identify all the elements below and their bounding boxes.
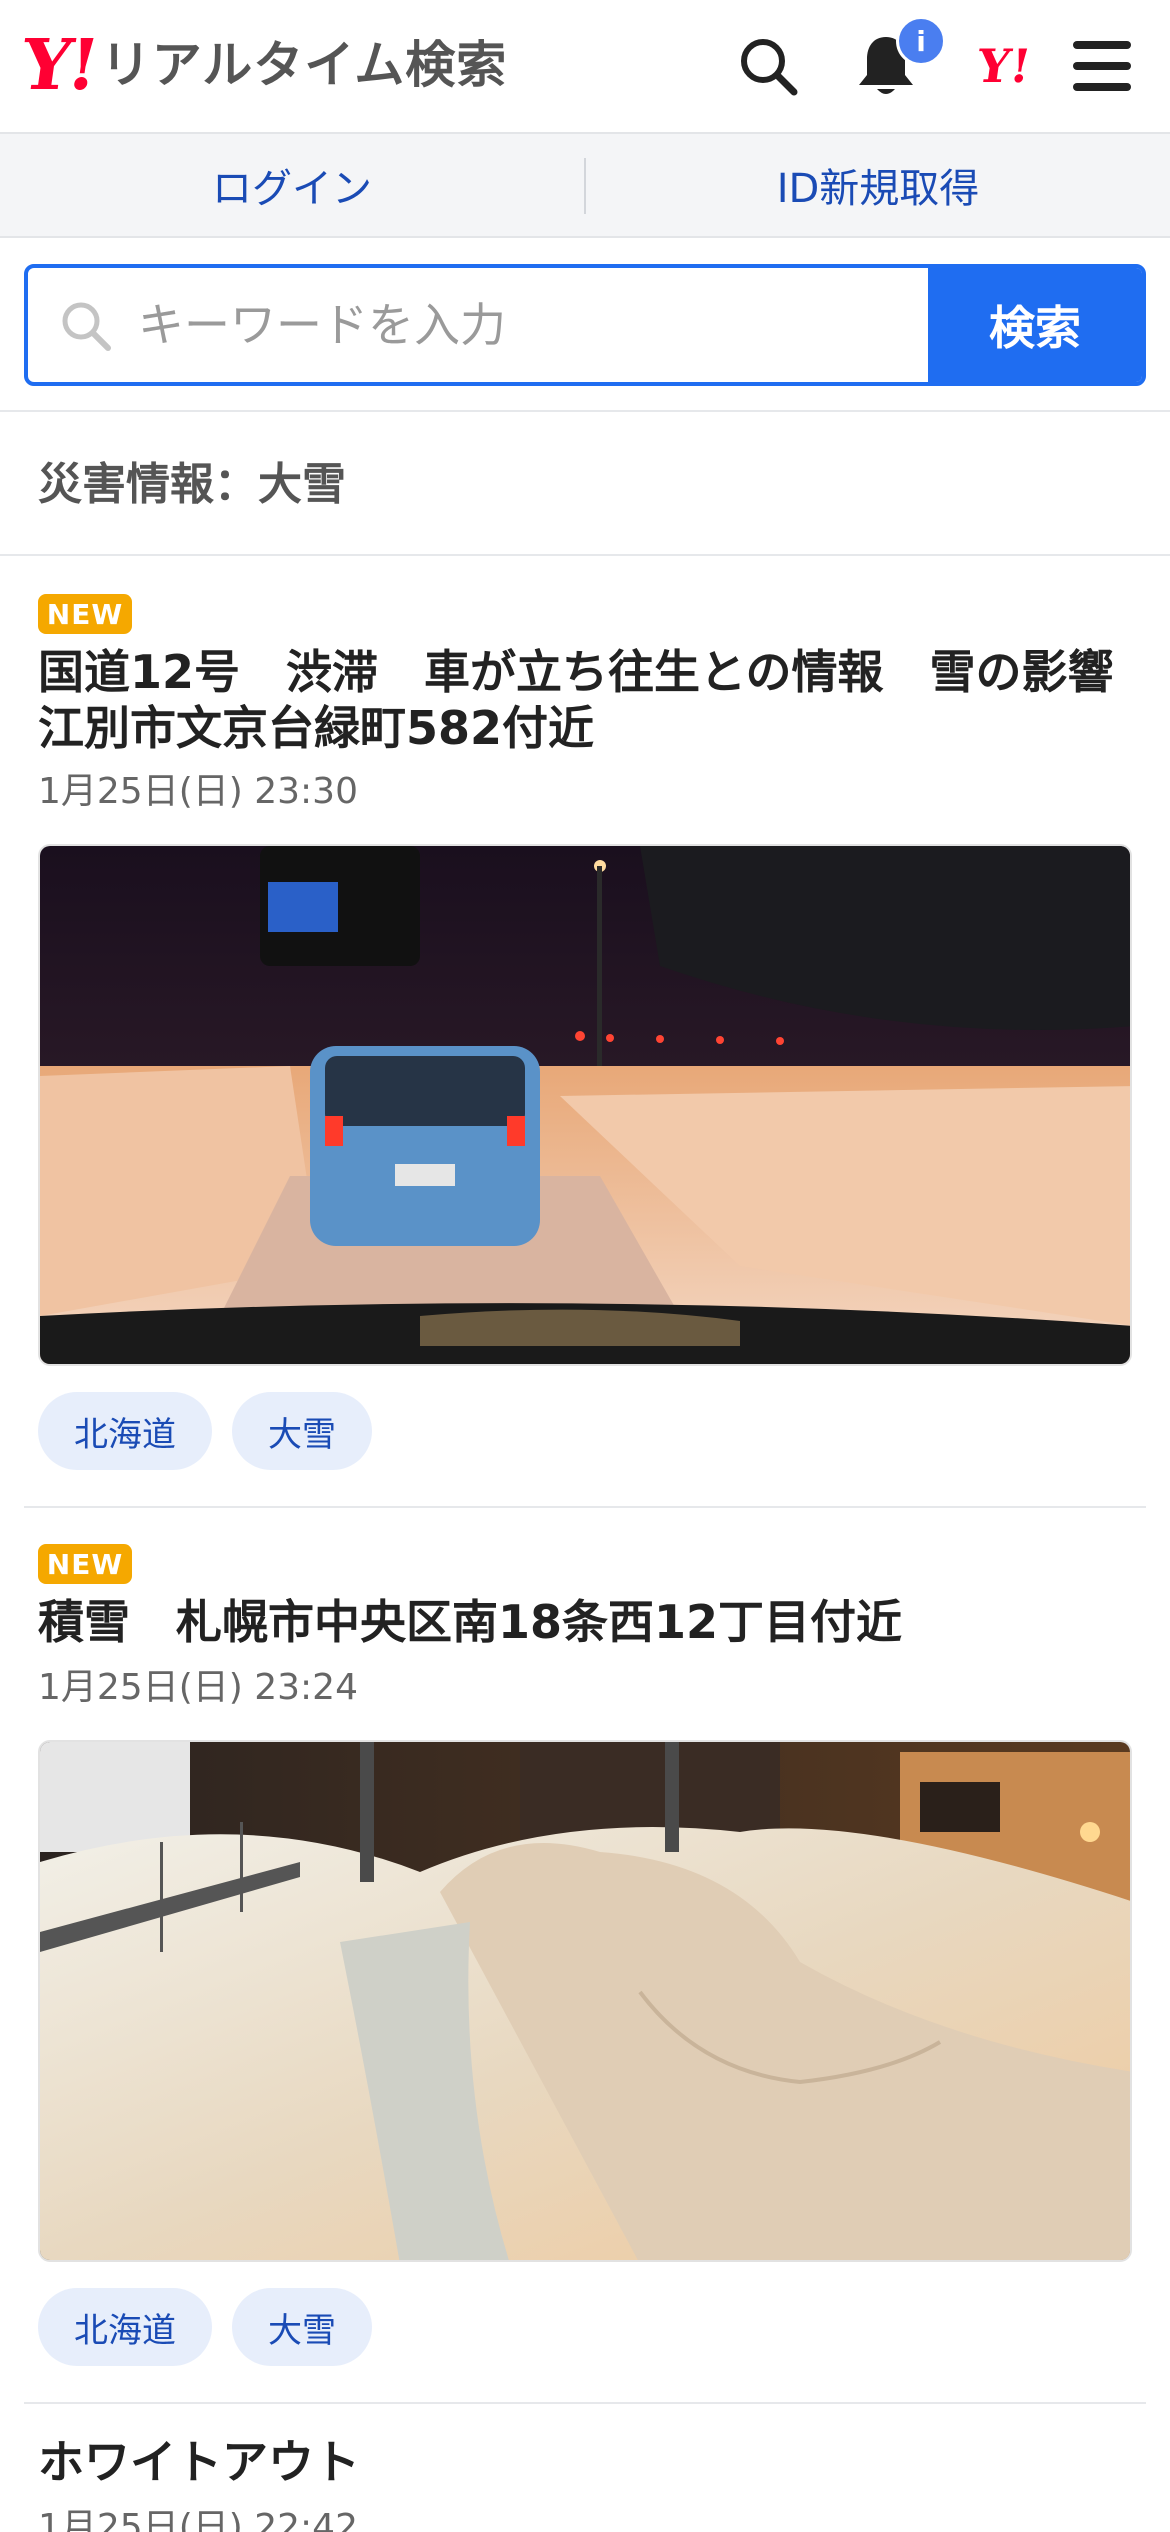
login-link[interactable]: ログイン xyxy=(0,134,584,236)
article-title[interactable]: 国道12号 渋滞 車が立ち往生との情報 雪の影響 江別市文京台緑町582付近 xyxy=(38,644,1160,756)
service-name: リアルタイム検索 xyxy=(100,36,508,94)
search-icon[interactable] xyxy=(730,28,806,104)
tag-chip[interactable]: 北海道 xyxy=(38,1392,212,1470)
tag-chip[interactable]: 北海道 xyxy=(38,2288,212,2366)
app-header: Y! リアルタイム検索 i Y! xyxy=(0,0,1170,134)
tag-chip[interactable]: 大雪 xyxy=(232,1392,372,1470)
article-photo-snow-street[interactable] xyxy=(38,1740,1132,2262)
notification-badge[interactable]: i xyxy=(896,16,946,66)
section-divider xyxy=(0,410,1170,412)
article-divider xyxy=(24,2402,1146,2404)
article-title[interactable]: 積雪 札幌市中央区南18条西12丁目付近 xyxy=(38,1594,1138,1650)
search-field-wrapper xyxy=(28,268,928,382)
login-bar: ログイン ID新規取得 xyxy=(0,134,1170,238)
article-title[interactable]: ホワイトアウト xyxy=(38,2434,1138,2490)
yahoo-logo-mark: Y! xyxy=(16,23,101,106)
search-form: 検索 xyxy=(24,264,1146,386)
hamburger-menu-icon[interactable] xyxy=(1064,28,1140,104)
search-input[interactable] xyxy=(138,298,838,352)
article-date: 1月25日(日) 23:24 xyxy=(38,1667,358,1708)
article-date: 1月25日(日) 22:42 xyxy=(38,2507,358,2532)
section-divider xyxy=(0,554,1170,556)
section-title: 災害情報：大雪 xyxy=(38,459,346,510)
register-id-link[interactable]: ID新規取得 xyxy=(586,134,1170,236)
search-button[interactable]: 検索 xyxy=(928,268,1142,382)
tag-chip[interactable]: 大雪 xyxy=(232,2288,372,2366)
new-badge: NEW xyxy=(38,594,132,634)
new-badge: NEW xyxy=(38,1544,132,1584)
yahoo-id-icon[interactable]: Y! xyxy=(961,28,1048,104)
article-date: 1月25日(日) 23:30 xyxy=(38,771,358,812)
yahoo-realtime-logo[interactable]: Y! リアルタイム検索 xyxy=(16,23,508,106)
article-photo-traffic-jam[interactable] xyxy=(38,844,1132,1366)
article-divider xyxy=(24,1506,1146,1508)
search-input-icon xyxy=(62,302,111,351)
